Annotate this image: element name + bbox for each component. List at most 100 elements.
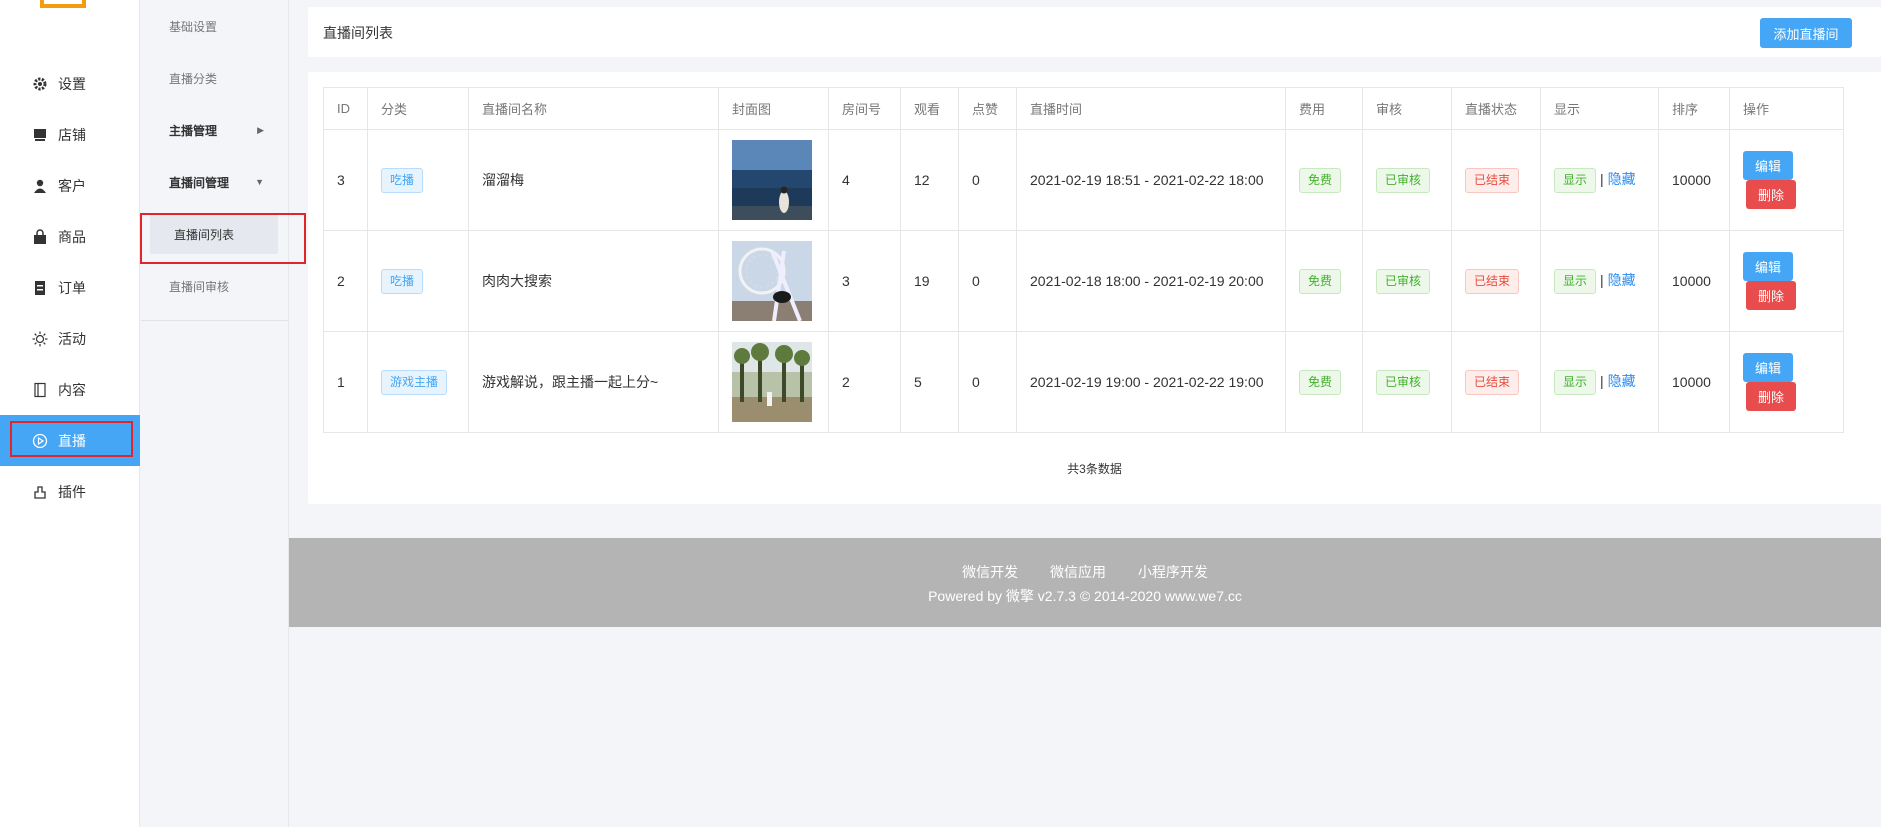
sidebar-item-settings[interactable]: 设置 <box>0 58 140 109</box>
col-audit: 审核 <box>1362 87 1452 130</box>
sidebar-item-customer[interactable]: 客户 <box>0 160 140 211</box>
fee-tag: 免费 <box>1299 167 1342 193</box>
cell-name: 溜溜梅 <box>468 129 719 231</box>
plugin-icon <box>32 484 48 500</box>
footer-link-miniprogram-dev[interactable]: 小程序开发 <box>1138 564 1208 580</box>
total-count: 共3条数据 <box>1067 462 1122 476</box>
audit-tag: 已审核 <box>1376 268 1431 294</box>
table-row: 2 吃播 肉肉大搜索 3 19 0 2021-02-18 18:00 - 202… <box>323 230 1844 332</box>
sidebar-item-store[interactable]: 店铺 <box>0 109 140 160</box>
separator: | <box>1600 170 1604 187</box>
cell-category: 吃播 <box>367 230 469 332</box>
sidebar-item-label: 内容 <box>58 381 86 398</box>
show-tag[interactable]: 显示 <box>1554 369 1597 395</box>
cell-cover <box>718 331 829 433</box>
col-likes: 点赞 <box>958 87 1017 130</box>
edit-button[interactable]: 编辑 <box>1743 353 1793 382</box>
sidebar-item-activity[interactable]: 活动 <box>0 313 140 364</box>
sidebar-item-content[interactable]: 内容 <box>0 364 140 415</box>
cell-room: 4 <box>828 129 901 231</box>
sidebar-item-goods[interactable]: 商品 <box>0 211 140 262</box>
primary-sidebar: 设置 店铺 客户 商品 订单 活动 内容 直播 插件 <box>0 0 140 827</box>
cell-show: 显示 | 隐藏 <box>1540 331 1659 433</box>
cell-name: 游戏解说，跟主播一起上分~ <box>468 331 719 433</box>
cell-time: 2021-02-18 18:00 - 2021-02-19 20:00 <box>1016 230 1286 332</box>
sidebar-item-label: 插件 <box>58 483 86 500</box>
fee-tag: 免费 <box>1299 268 1342 294</box>
subnav-item-room-list[interactable]: 直播间列表 <box>140 208 306 264</box>
col-fee: 费用 <box>1285 87 1363 130</box>
cover-image <box>732 342 812 422</box>
category-tag: 游戏主播 <box>381 369 448 395</box>
cell-views: 19 <box>900 230 959 332</box>
subnav-item-live-category[interactable]: 直播分类 <box>141 52 288 104</box>
cell-status: 已结束 <box>1451 331 1541 433</box>
col-show: 显示 <box>1540 87 1659 130</box>
book-icon <box>32 382 48 398</box>
cell-likes: 0 <box>958 129 1017 231</box>
subnav-item-room-audit[interactable]: 直播间审核 <box>141 260 288 312</box>
page-title: 直播间列表 <box>323 25 393 41</box>
footer-link-wechat-dev[interactable]: 微信开发 <box>962 564 1018 580</box>
delete-button[interactable]: 删除 <box>1746 382 1796 411</box>
cell-actions: 编辑删除 <box>1729 230 1844 332</box>
footer: 微信开发 微信应用 小程序开发 Powered by 微擎 v2.7.3 © 2… <box>289 538 1881 627</box>
table-row: 1 游戏主播 游戏解说，跟主播一起上分~ 2 5 0 2021-02-19 19… <box>323 331 1844 433</box>
status-tag: 已结束 <box>1465 268 1520 294</box>
separator: | <box>1600 271 1604 288</box>
add-room-button[interactable]: 添加直播间 <box>1760 18 1852 48</box>
cell-room: 2 <box>828 331 901 433</box>
cell-sort: 10000 <box>1658 129 1730 231</box>
cell-views: 5 <box>900 331 959 433</box>
cell-cover <box>718 129 829 231</box>
bag-icon <box>32 228 48 245</box>
cell-actions: 编辑删除 <box>1729 331 1844 433</box>
sidebar-item-label: 活动 <box>58 330 86 347</box>
delete-button[interactable]: 删除 <box>1746 281 1796 310</box>
logo <box>40 0 86 8</box>
table-header-row: ID 分类 直播间名称 封面图 房间号 观看 点赞 直播时间 费用 审核 直播状… <box>323 87 1844 130</box>
sidebar-item-plugin[interactable]: 插件 <box>0 466 140 517</box>
cell-time: 2021-02-19 18:51 - 2021-02-22 18:00 <box>1016 129 1286 231</box>
sidebar-item-label: 订单 <box>58 279 86 296</box>
category-tag: 吃播 <box>381 268 424 294</box>
page-header: 直播间列表 添加直播间 <box>308 7 1881 57</box>
status-tag: 已结束 <box>1465 167 1520 193</box>
edit-button[interactable]: 编辑 <box>1743 252 1793 281</box>
hide-link[interactable]: 隐藏 <box>1608 373 1636 389</box>
edit-button[interactable]: 编辑 <box>1743 151 1793 180</box>
secondary-sidebar: 基础设置 直播分类 主播管理 ▶ 直播间管理 ▼ 直播间列表 直播间审核 <box>140 0 306 827</box>
col-actions: 操作 <box>1729 87 1844 130</box>
subnav-group-room-manage[interactable]: 直播间管理 ▼ <box>141 156 288 208</box>
show-tag[interactable]: 显示 <box>1554 167 1597 193</box>
table-row: 3 吃播 溜溜梅 4 12 0 2021-02-19 18:51 - 2021-… <box>323 129 1844 231</box>
highlight-box <box>10 421 133 457</box>
footer-link-wechat-app[interactable]: 微信应用 <box>1050 564 1106 580</box>
sidebar-item-live[interactable]: 直播 <box>0 415 140 466</box>
col-views: 观看 <box>900 87 959 130</box>
room-list-panel: ID 分类 直播间名称 封面图 房间号 观看 点赞 直播时间 费用 审核 直播状… <box>308 72 1881 504</box>
col-name: 直播间名称 <box>468 87 719 130</box>
primary-nav: 设置 店铺 客户 商品 订单 活动 内容 直播 插件 <box>0 58 140 517</box>
caret-right-icon: ▶ <box>257 124 264 135</box>
subnav-group-anchor-manage[interactable]: 主播管理 ▶ <box>141 104 288 156</box>
col-id: ID <box>323 87 368 130</box>
col-time: 直播时间 <box>1016 87 1286 130</box>
delete-button[interactable]: 删除 <box>1746 180 1796 209</box>
cell-fee: 免费 <box>1285 129 1363 231</box>
category-tag: 吃播 <box>381 167 424 193</box>
hide-link[interactable]: 隐藏 <box>1608 171 1636 187</box>
cell-cover <box>718 230 829 332</box>
cell-id: 2 <box>323 230 368 332</box>
sidebar-item-order[interactable]: 订单 <box>0 262 140 313</box>
show-tag[interactable]: 显示 <box>1554 268 1597 294</box>
order-icon <box>32 280 48 296</box>
hide-link[interactable]: 隐藏 <box>1608 272 1636 288</box>
cell-fee: 免费 <box>1285 331 1363 433</box>
cell-likes: 0 <box>958 230 1017 332</box>
secondary-nav: 基础设置 直播分类 主播管理 ▶ 直播间管理 ▼ 直播间列表 直播间审核 <box>140 0 306 312</box>
subnav-item-basic-settings[interactable]: 基础设置 <box>141 0 288 52</box>
cell-audit: 已审核 <box>1362 230 1452 332</box>
cell-show: 显示 | 隐藏 <box>1540 129 1659 231</box>
status-tag: 已结束 <box>1465 369 1520 395</box>
